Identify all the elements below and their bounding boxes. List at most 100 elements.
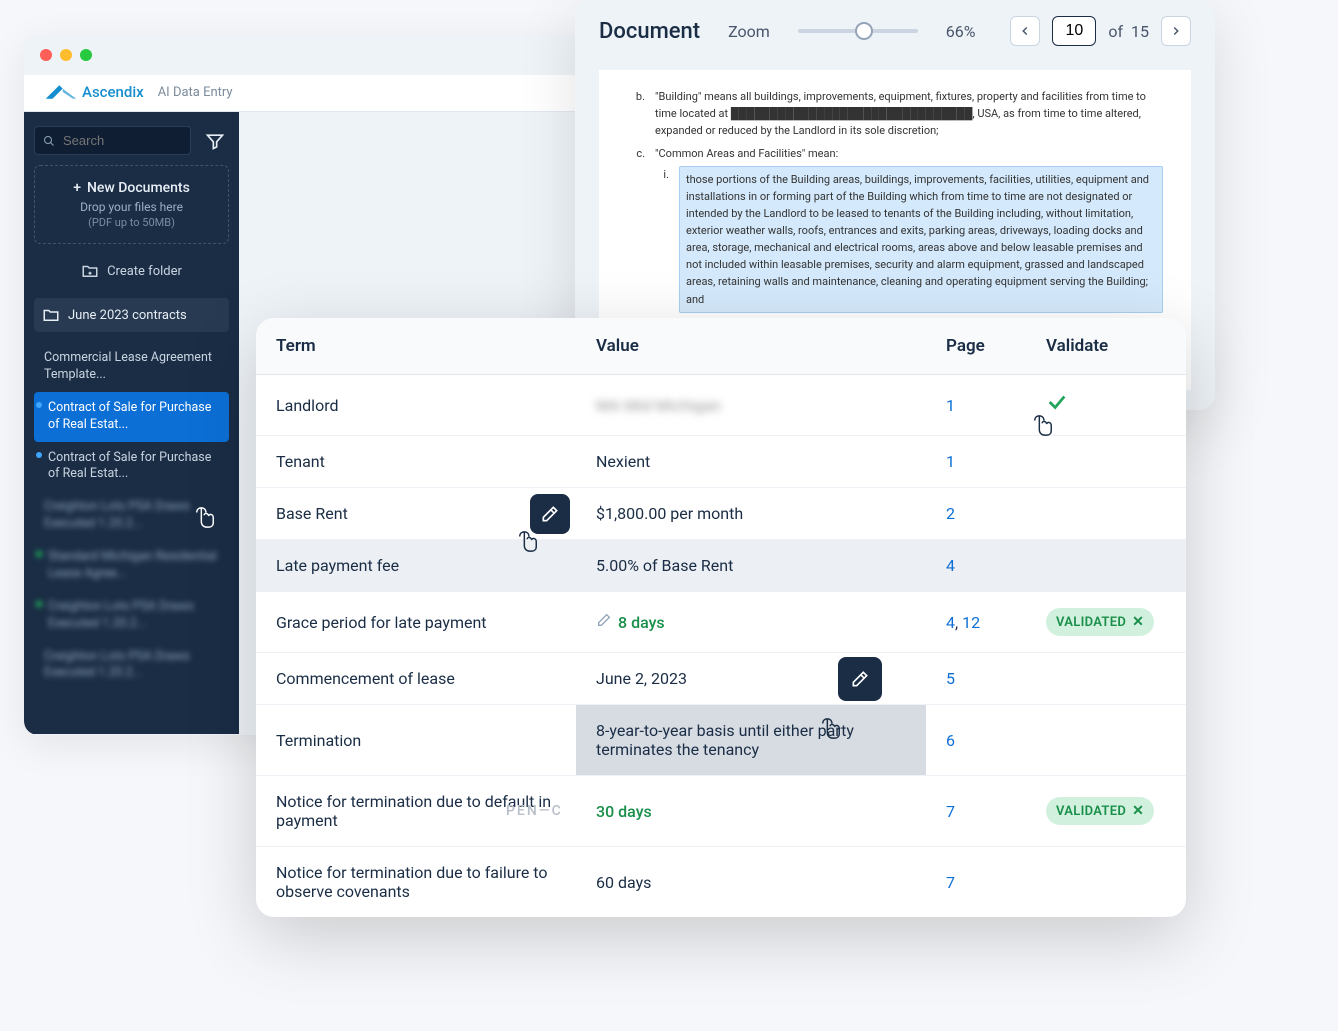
value-cell: $1,800.00 per month (596, 504, 743, 523)
table-row[interactable]: Grace period for late payment8 days4, 12… (256, 592, 1186, 653)
new-docs-sub2: (PDF up to 50MB) (45, 216, 218, 229)
sidebar-doc-item[interactable]: Creighton Lots PSA Draws Executed 1.20.2… (34, 491, 229, 541)
page-link[interactable]: 12 (962, 613, 980, 632)
edit-button[interactable] (530, 494, 570, 534)
edit-icon (850, 669, 870, 689)
filter-icon (205, 131, 225, 151)
pager: of 15 (1010, 16, 1191, 46)
sidebar: + New Documents Drop your files here (PDF… (24, 112, 239, 734)
new-docs-sub1: Drop your files here (45, 200, 218, 214)
col-header-validate: Validate (1026, 318, 1186, 375)
create-folder-label: Create folder (107, 264, 182, 279)
zoom-knob[interactable] (855, 22, 873, 40)
edit-inline-button[interactable] (596, 613, 612, 632)
page-link[interactable]: 7 (946, 873, 955, 892)
page-prev-button[interactable] (1010, 16, 1040, 46)
plus-icon: + (73, 180, 81, 196)
folder-item[interactable]: June 2023 contracts (34, 298, 229, 332)
doc-label: Creighton Lots PSA Draws Executed 1.20.2… (44, 649, 190, 681)
minimize-dot[interactable] (60, 49, 72, 61)
close-icon[interactable]: ✕ (1132, 803, 1144, 819)
page-of-label: of 15 (1108, 22, 1149, 41)
validated-badge[interactable]: VALIDATED✕ (1046, 797, 1154, 825)
chevron-right-icon (1169, 24, 1183, 38)
search-icon (43, 134, 55, 148)
chevron-left-icon (1018, 24, 1032, 38)
search-box[interactable] (34, 126, 191, 155)
table-row[interactable]: Termination 8-year-to-year basis until ei… (256, 705, 1186, 776)
term-cell: Late payment fee (276, 556, 399, 575)
page-link[interactable]: 6 (946, 731, 955, 750)
page-link[interactable]: 1 (946, 452, 955, 471)
doc-label: Creighton Lots PSA Draws Executed 1.20.2… (44, 499, 190, 531)
zoom-percent: 66% (946, 22, 976, 41)
create-folder-button[interactable]: Create folder (34, 254, 229, 288)
term-cell: Tenant (276, 452, 325, 471)
value-cell: Nexient (596, 452, 650, 471)
new-documents-dropzone[interactable]: + New Documents Drop your files here (PDF… (34, 165, 229, 244)
extraction-table: Term Value Page Validate LandlordMA Mid … (256, 318, 1186, 917)
sidebar-doc-item[interactable]: Contract of Sale for Purchase of Real Es… (34, 392, 229, 442)
sidebar-doc-item[interactable]: Creighton Lots PSA Draws Executed 1.20.2… (34, 641, 229, 691)
paragraph-b: "Building" means all buildings, improvem… (655, 88, 1163, 139)
page-link[interactable]: 1 (946, 396, 955, 415)
value-cell: 30 days (596, 802, 652, 821)
sidebar-doc-item[interactable]: Creighton Lots PSA Draws Executed 1.20.2… (34, 591, 229, 641)
page-input[interactable] (1052, 16, 1096, 46)
page-next-button[interactable] (1161, 16, 1191, 46)
page-link[interactable]: 5 (946, 669, 955, 688)
new-docs-title: New Documents (87, 180, 190, 196)
value-cell: 60 days (596, 873, 651, 892)
status-dot (36, 551, 42, 557)
search-input[interactable] (63, 133, 182, 148)
zoom-label: Zoom (728, 22, 770, 41)
sidebar-doc-item[interactable]: Commercial Lease Agreement Template... (34, 342, 229, 392)
page-link[interactable]: 7 (946, 802, 955, 821)
watermark: PEN—C (506, 803, 563, 819)
value-cell: 8 days (618, 613, 665, 632)
folder-icon (42, 306, 60, 324)
table-row[interactable]: Late payment fee 5.00% of Base Rent 4 (256, 540, 1186, 592)
viewer-toolbar: Document Zoom 66% of 15 (575, 0, 1215, 62)
term-cell: Landlord (276, 396, 339, 415)
brand-logo: Ascendix (44, 81, 144, 103)
logo-icon (44, 81, 78, 103)
folder-plus-icon (81, 262, 99, 280)
edit-icon (540, 504, 560, 524)
term-cell: Termination (276, 731, 361, 750)
col-header-term: Term (256, 318, 576, 375)
table-row[interactable]: Base Rent$1,800.00 per month2 (256, 488, 1186, 540)
filter-button[interactable] (201, 127, 229, 155)
list-marker: i. (655, 166, 669, 312)
term-cell: Grace period for late payment (276, 613, 487, 632)
term-cell: Notice for termination due to failure to… (276, 863, 548, 901)
paragraph-c: "Common Areas and Facilities" mean: (655, 145, 1163, 162)
table-row[interactable]: Commencement of leaseJune 2, 20235 (256, 653, 1186, 705)
close-dot[interactable] (40, 49, 52, 61)
sidebar-doc-item[interactable]: Standard Michigan Residential Lease Agre… (34, 541, 229, 591)
validate-check[interactable] (1046, 394, 1068, 419)
status-dot (36, 601, 42, 607)
table-row[interactable]: Tenant Nexient 1 (256, 436, 1186, 488)
col-header-page: Page (926, 318, 1026, 375)
close-icon[interactable]: ✕ (1132, 614, 1144, 630)
sidebar-doc-item[interactable]: Contract of Sale for Purchase of Real Es… (34, 442, 229, 492)
table-row[interactable]: Notice for termination due to default in… (256, 776, 1186, 847)
value-cell: 8-year-to-year basis until either party … (596, 721, 854, 759)
value-cell: 5.00% of Base Rent (596, 556, 733, 575)
table-row[interactable]: Notice for termination due to failure to… (256, 847, 1186, 918)
maximize-dot[interactable] (80, 49, 92, 61)
window-traffic-lights (24, 35, 584, 75)
doc-label: Contract of Sale for Purchase of Real Es… (48, 400, 211, 432)
page-link[interactable]: 4 (946, 613, 955, 632)
table-row[interactable]: LandlordMA Mid Michigan1 (256, 375, 1186, 436)
app-header: Ascendix AI Data Entry (24, 75, 584, 112)
term-cell: Commencement of lease (276, 669, 455, 688)
zoom-slider[interactable] (798, 29, 918, 33)
validated-badge[interactable]: VALIDATED✕ (1046, 608, 1154, 636)
page-link[interactable]: 4 (946, 556, 955, 575)
edit-button[interactable] (838, 657, 882, 701)
status-dot (36, 402, 42, 408)
page-link[interactable]: 2 (946, 504, 955, 523)
paragraph-c-i-highlighted: those portions of the Building areas, bu… (679, 166, 1163, 312)
